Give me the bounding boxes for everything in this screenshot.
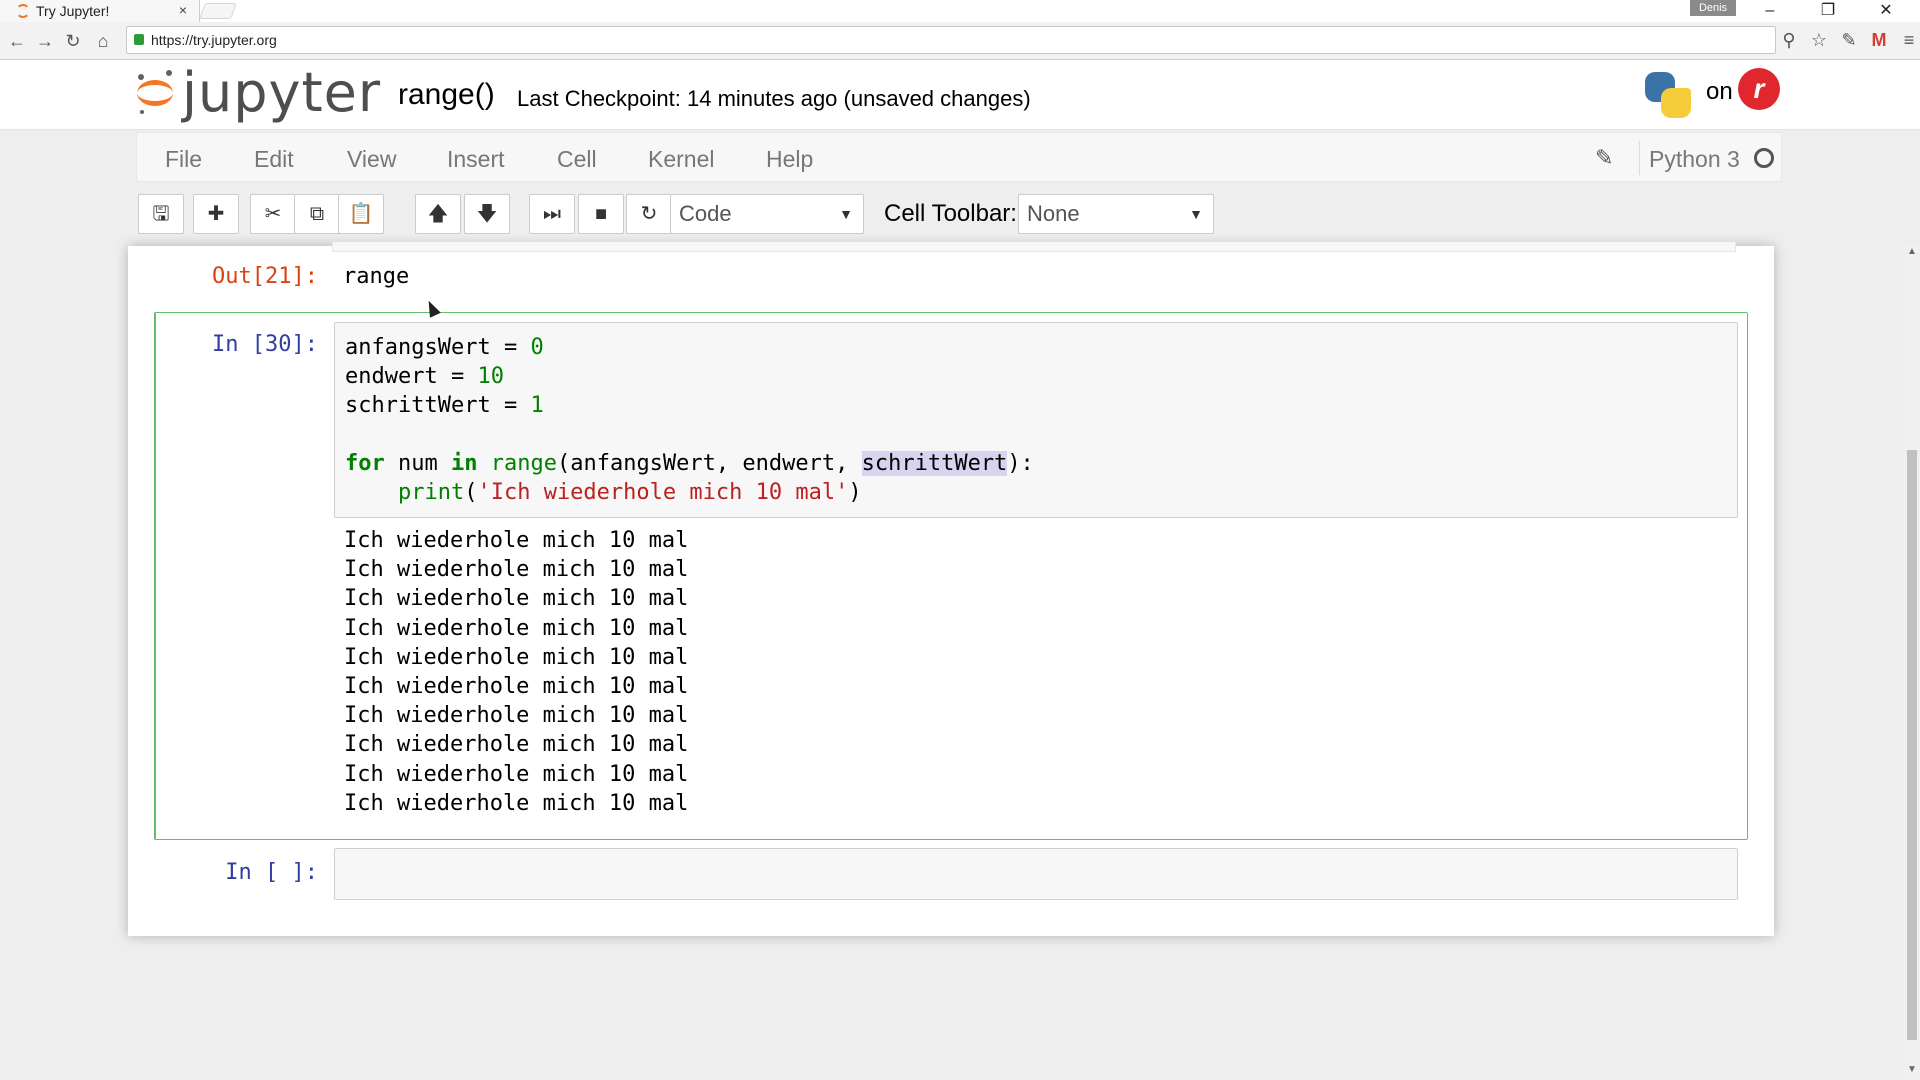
save-button[interactable]: 🖫 xyxy=(138,194,184,234)
gmail-icon[interactable]: M xyxy=(1868,30,1890,51)
notebook-container: Out[21]: range In [30]: anfangsWert = 0 … xyxy=(128,242,1774,936)
output-line: Ich wiederhole mich 10 mal xyxy=(344,761,689,787)
chevron-down-icon: ▼ xyxy=(839,206,853,222)
back-icon[interactable]: ← xyxy=(6,30,28,52)
scrollbar-thumb[interactable] xyxy=(1907,450,1917,1040)
cut-button[interactable]: ✂ xyxy=(250,194,296,234)
plus-icon: ✚ xyxy=(207,203,225,225)
url-text: https://try.jupyter.org xyxy=(151,32,277,48)
lock-icon xyxy=(134,34,144,45)
move-down-button[interactable]: 🡇 xyxy=(464,194,510,234)
cell-type-value: Code xyxy=(679,201,732,226)
run-cell-button[interactable]: ⏭ xyxy=(529,194,575,234)
edit-mode-pencil-icon: ✎ xyxy=(1595,145,1614,170)
output-line: Ich wiederhole mich 10 mal xyxy=(344,644,689,670)
menubar: File Edit View Insert Cell Kernel Help ✎… xyxy=(136,132,1782,182)
logo-text: jupyter xyxy=(182,61,382,124)
output-line: Ich wiederhole mich 10 mal xyxy=(344,790,689,816)
stop-icon: ■ xyxy=(594,203,608,225)
cell-toolbar-select[interactable]: None ▼ xyxy=(1018,194,1214,234)
forward-icon[interactable]: → xyxy=(34,30,56,52)
interrupt-button[interactable]: ■ xyxy=(578,194,624,234)
restart-kernel-button[interactable]: ↻ xyxy=(626,194,672,234)
arrow-up-icon: 🡅 xyxy=(427,203,449,225)
output-line: Ich wiederhole mich 10 mal xyxy=(344,528,689,553)
output-line: Ich wiederhole mich 10 mal xyxy=(344,586,689,612)
browser-tabbar: Try Jupyter! × Denis – ❐ ✕ xyxy=(0,0,1920,22)
jupyter-favicon-icon xyxy=(16,4,30,18)
menu-edit[interactable]: Edit xyxy=(254,146,294,173)
chevron-down-icon: ▼ xyxy=(1189,206,1203,222)
notebook-header: jupyter range() Last Checkpoint: 14 minu… xyxy=(0,60,1920,130)
reload-icon[interactable]: ↻ xyxy=(62,30,84,52)
code-editor[interactable]: anfangsWert = 0 endwert = 10 schrittWert… xyxy=(334,322,1738,518)
browser-tab[interactable]: Try Jupyter! × xyxy=(0,0,200,22)
output-line: Ich wiederhole mich 10 mal xyxy=(344,615,689,641)
empty-input-prompt: In [ ]: xyxy=(225,860,318,885)
menu-cell[interactable]: Cell xyxy=(557,146,597,173)
paste-button[interactable]: 📋 xyxy=(338,194,384,234)
previous-output-text: range xyxy=(343,264,410,289)
output-line: Ich wiederhole mich 10 mal xyxy=(344,703,689,729)
scissors-icon: ✂ xyxy=(264,203,282,225)
menu-insert[interactable]: Insert xyxy=(447,146,505,173)
output-prompt: Out[21]: xyxy=(212,264,318,289)
restore-icon[interactable]: ❐ xyxy=(1800,0,1856,22)
jupyter-logo[interactable]: jupyter xyxy=(136,66,381,120)
notebook-name[interactable]: range() xyxy=(398,78,495,112)
address-bar[interactable]: https://try.jupyter.org xyxy=(126,26,1776,54)
copy-button[interactable]: ⧉ xyxy=(294,194,340,234)
tab-close-icon[interactable]: × xyxy=(179,2,187,18)
browser-toolbar: ← → ↻ ⌂ https://try.jupyter.org ⚲ ☆ ✎ M … xyxy=(0,22,1920,60)
move-up-button[interactable]: 🡅 xyxy=(415,194,461,234)
step-forward-icon: ⏭ xyxy=(543,203,561,225)
cell-output: Ich wiederhole mich 10 mal Ich wiederhol… xyxy=(344,526,688,818)
on-label: on xyxy=(1706,78,1733,105)
arrow-down-icon: 🡇 xyxy=(476,203,498,225)
window-close-icon[interactable]: ✕ xyxy=(1858,0,1914,22)
kernel-divider xyxy=(1639,141,1640,175)
page-scrollbar[interactable]: ▲ ▼ xyxy=(1904,246,1920,1080)
zoom-icon[interactable]: ⚲ xyxy=(1778,30,1800,51)
selected-text: schrittWert xyxy=(861,451,1008,476)
extension-icon[interactable]: ✎ xyxy=(1838,30,1860,51)
browser-menu-icon[interactable]: ≡ xyxy=(1898,30,1920,51)
empty-code-editor[interactable] xyxy=(334,848,1738,900)
kernel-idle-indicator-icon xyxy=(1754,148,1774,168)
scroll-up-icon[interactable]: ▲ xyxy=(1904,246,1920,262)
paste-icon: 📋 xyxy=(348,203,374,225)
bookmark-star-icon[interactable]: ☆ xyxy=(1808,30,1830,51)
save-icon: 🖫 xyxy=(152,203,170,225)
python-logo-icon xyxy=(1643,70,1695,122)
profile-badge[interactable]: Denis xyxy=(1690,0,1736,16)
home-icon[interactable]: ⌂ xyxy=(92,30,114,52)
cell-toolbar-value: None xyxy=(1027,201,1080,226)
input-prompt: In [30]: xyxy=(212,332,318,357)
code-text: anfangsWert = 0 endwert = 10 schrittWert… xyxy=(345,335,1034,505)
output-line: Ich wiederhole mich 10 mal xyxy=(344,557,689,583)
minimize-icon[interactable]: – xyxy=(1742,0,1798,22)
checkpoint-status: Last Checkpoint: 14 minutes ago (unsaved… xyxy=(517,86,1031,111)
rackspace-logo-icon: r xyxy=(1738,68,1780,110)
menu-file[interactable]: File xyxy=(165,146,202,173)
output-line: Ich wiederhole mich 10 mal xyxy=(344,674,689,700)
kernel-name[interactable]: Python 3 xyxy=(1649,146,1740,173)
copy-icon: ⧉ xyxy=(309,203,325,225)
jupyter-logo-icon xyxy=(136,70,174,116)
refresh-icon: ↻ xyxy=(640,203,658,225)
tab-title: Try Jupyter! xyxy=(36,3,110,19)
menu-help[interactable]: Help xyxy=(766,146,813,173)
scroll-down-icon[interactable]: ▼ xyxy=(1904,1064,1920,1080)
menu-view[interactable]: View xyxy=(347,146,396,173)
menu-kernel[interactable]: Kernel xyxy=(648,146,714,173)
insert-cell-button[interactable]: ✚ xyxy=(193,194,239,234)
previous-input-area[interactable] xyxy=(332,242,1736,252)
new-tab-button[interactable] xyxy=(199,3,237,19)
cell-toolbar-label: Cell Toolbar: xyxy=(884,200,1017,227)
output-line: Ich wiederhole mich 10 mal xyxy=(344,732,689,758)
cell-type-select[interactable]: Code ▼ xyxy=(670,194,864,234)
